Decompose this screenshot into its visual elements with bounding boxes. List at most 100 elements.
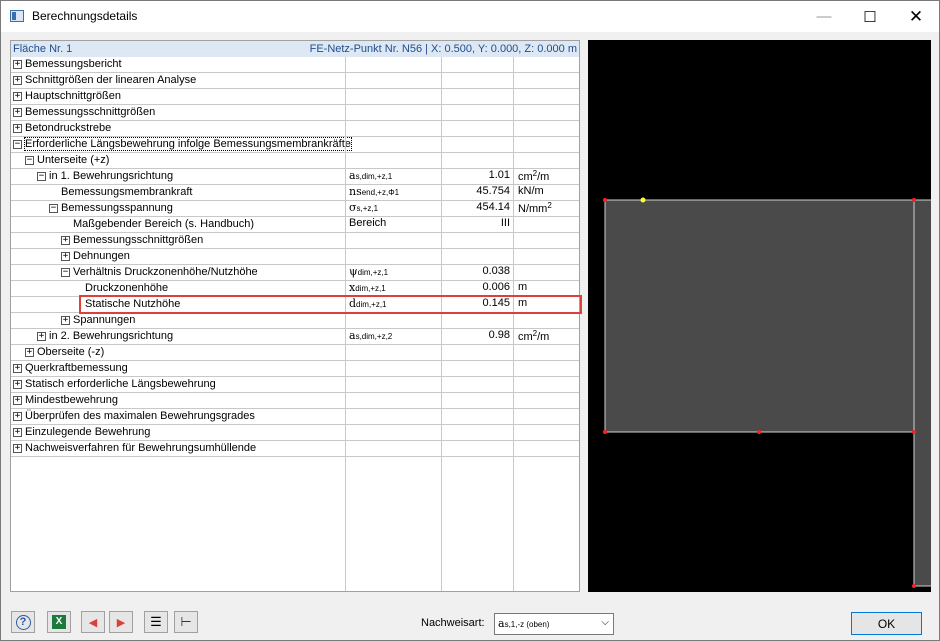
expand-icon[interactable]: + — [13, 92, 22, 101]
fe-node[interactable] — [603, 430, 607, 434]
expand-icon[interactable]: + — [13, 428, 22, 437]
fe-node[interactable] — [757, 430, 761, 434]
tree-label-cell: − Erforderliche Längsbewehrung infolge Be… — [11, 137, 352, 152]
surface-rect — [604, 199, 915, 433]
help-button[interactable]: ? — [11, 611, 35, 633]
minimize-button[interactable]: — — [801, 1, 847, 32]
graphics-view[interactable] — [588, 40, 931, 592]
collapse-icon[interactable]: − — [13, 140, 22, 149]
expand-icon[interactable]: + — [13, 444, 22, 453]
tree-row[interactable]: + Spannungen — [11, 313, 579, 329]
selected-mesh-point[interactable] — [640, 197, 646, 203]
tree-label-cell: + Statisch erforderliche Längsbewehrung — [11, 377, 344, 392]
expand-icon[interactable]: + — [13, 380, 22, 389]
tree-row[interactable]: − Erforderliche Längsbewehrung infolge Be… — [11, 137, 579, 153]
fe-node[interactable] — [912, 584, 916, 588]
tree-row[interactable]: + Mindestbewehrung — [11, 393, 579, 409]
value-cell: 0.006 — [441, 281, 513, 296]
tree-row[interactable]: + Bemessungsbericht — [11, 57, 579, 73]
tree-row[interactable]: + Dehnungen — [11, 249, 579, 265]
tree-row[interactable]: Druckzonenhöhe xdim,+z,1 0.006 m — [11, 281, 579, 297]
symbol-cell: nsend,+z,Φ1 — [345, 185, 441, 200]
tree-label-cell: Statische Nutzhöhe — [11, 297, 344, 312]
expand-icon[interactable]: + — [13, 108, 22, 117]
expand-icon[interactable]: + — [13, 364, 22, 373]
tree-row[interactable]: + Querkraftbemessung — [11, 361, 579, 377]
empty-cell — [513, 57, 579, 72]
tree-row[interactable]: + Statisch erforderliche Längsbewehrung — [11, 377, 579, 393]
tree-row-label: Bemessungsbericht — [25, 58, 122, 70]
collapse-icon[interactable]: − — [25, 156, 34, 165]
empty-cell — [513, 377, 579, 392]
previous-button[interactable]: ◀ — [81, 611, 105, 633]
symbol-cell: as,dim,+z,2 — [345, 329, 441, 344]
tree-row[interactable]: + Einzulegende Bewehrung — [11, 425, 579, 441]
surface-graphic[interactable] — [588, 40, 931, 592]
empty-cell — [345, 89, 441, 104]
collapse-icon[interactable]: − — [37, 172, 46, 181]
expand-icon[interactable]: + — [61, 252, 70, 261]
expand-icon[interactable]: + — [13, 124, 22, 133]
tree-row[interactable]: + Überprüfen des maximalen Bewehrungsgrad… — [11, 409, 579, 425]
tree-row[interactable]: − in 1. Bewehrungsrichtung as,dim,+z,1 1.01… — [11, 169, 579, 185]
expand-icon[interactable]: + — [13, 60, 22, 69]
fe-node[interactable] — [603, 198, 607, 202]
tree-row[interactable]: + Schnittgrößen der linearen Analyse — [11, 73, 579, 89]
value-cell: 0.145 — [441, 297, 513, 312]
expand-icon[interactable]: + — [61, 316, 70, 325]
collapse-icon[interactable]: − — [49, 204, 58, 213]
empty-cell — [513, 89, 579, 104]
expand-icon[interactable]: + — [13, 76, 22, 85]
empty-cell — [441, 249, 513, 264]
tree-row[interactable]: − Unterseite (+z) — [11, 153, 579, 169]
tree-row[interactable]: + Oberseite (-z) — [11, 345, 579, 361]
tree-row[interactable]: + Hauptschnittgrößen — [11, 89, 579, 105]
tree-row[interactable]: − Verhältnis Druckzonenhöhe/Nutzhöhe ψdim,… — [11, 265, 579, 281]
ok-button[interactable]: OK — [851, 612, 922, 635]
nachweisart-select[interactable]: as,1,-z (oben) ⌵ — [494, 613, 614, 635]
tree-row-label: Oberseite (-z) — [37, 346, 105, 358]
tree-row-label: Betondruckstrebe — [25, 122, 112, 134]
maximize-button[interactable]: ☐ — [847, 1, 893, 32]
tree-row-label: Verhältnis Druckzonenhöhe/Nutzhöhe — [73, 266, 258, 278]
fe-node[interactable] — [912, 198, 916, 202]
empty-cell — [513, 409, 579, 424]
symbol-cell: xdim,+z,1 — [345, 281, 441, 296]
expand-icon[interactable]: + — [25, 348, 34, 357]
tree-label-cell: + Bemessungsschnittgrößen — [11, 105, 344, 120]
collapse-icon[interactable]: − — [61, 268, 70, 277]
tree-row[interactable]: − Bemessungsspannung σs,+z,1 454.14 N/mm2 — [11, 201, 579, 217]
tree-row-label: Statisch erforderliche Längsbewehrung — [25, 378, 216, 390]
tree-row[interactable]: + Betondruckstrebe — [11, 121, 579, 137]
tree-row-label: Hauptschnittgrößen — [25, 90, 121, 102]
fe-node[interactable] — [912, 430, 916, 434]
tree-row[interactable]: + Bemessungsschnittgrößen — [11, 105, 579, 121]
expand-icon[interactable]: + — [61, 236, 70, 245]
export-excel-button[interactable]: X — [47, 611, 71, 633]
empty-cell — [345, 153, 441, 168]
tree-row[interactable]: Statische Nutzhöhe ddim,+z,1 0.145 m — [11, 297, 579, 313]
tree-view-button[interactable]: ⊢ — [174, 611, 198, 633]
expand-icon[interactable]: + — [13, 412, 22, 421]
expand-icon[interactable]: + — [37, 332, 46, 341]
tree-label-cell: + Oberseite (-z) — [11, 345, 344, 360]
next-button[interactable]: ▶ — [109, 611, 133, 633]
column-divider — [441, 457, 442, 591]
empty-cell — [345, 377, 441, 392]
empty-cell — [441, 377, 513, 392]
nachweisart-value: as,1,-z (oben) — [498, 617, 550, 630]
list-view-button[interactable]: ☰ — [144, 611, 168, 633]
tree-row[interactable]: + Nachweisverfahren für Bewehrungsumhülle… — [11, 441, 579, 457]
empty-cell — [345, 233, 441, 248]
tree-label-cell: + Mindestbewehrung — [11, 393, 344, 408]
tree-row[interactable]: Maßgebender Bereich (s. Handbuch) Bereich… — [11, 217, 579, 233]
expand-icon[interactable]: + — [13, 396, 22, 405]
window-title: Berechnungsdetails — [32, 9, 138, 23]
close-button[interactable]: ✕ — [893, 1, 939, 32]
tree-row[interactable]: Bemessungsmembrankraft nsend,+z,Φ1 45.754 k… — [11, 185, 579, 201]
tree-row[interactable]: + Bemessungsschnittgrößen — [11, 233, 579, 249]
tree-row-label: Dehnungen — [73, 250, 130, 262]
value-cell: 0.98 — [441, 329, 513, 344]
tree-row[interactable]: + in 2. Bewehrungsrichtung as,dim,+z,2 0.98… — [11, 329, 579, 345]
prev-arrow-icon: ◀ — [88, 616, 98, 629]
